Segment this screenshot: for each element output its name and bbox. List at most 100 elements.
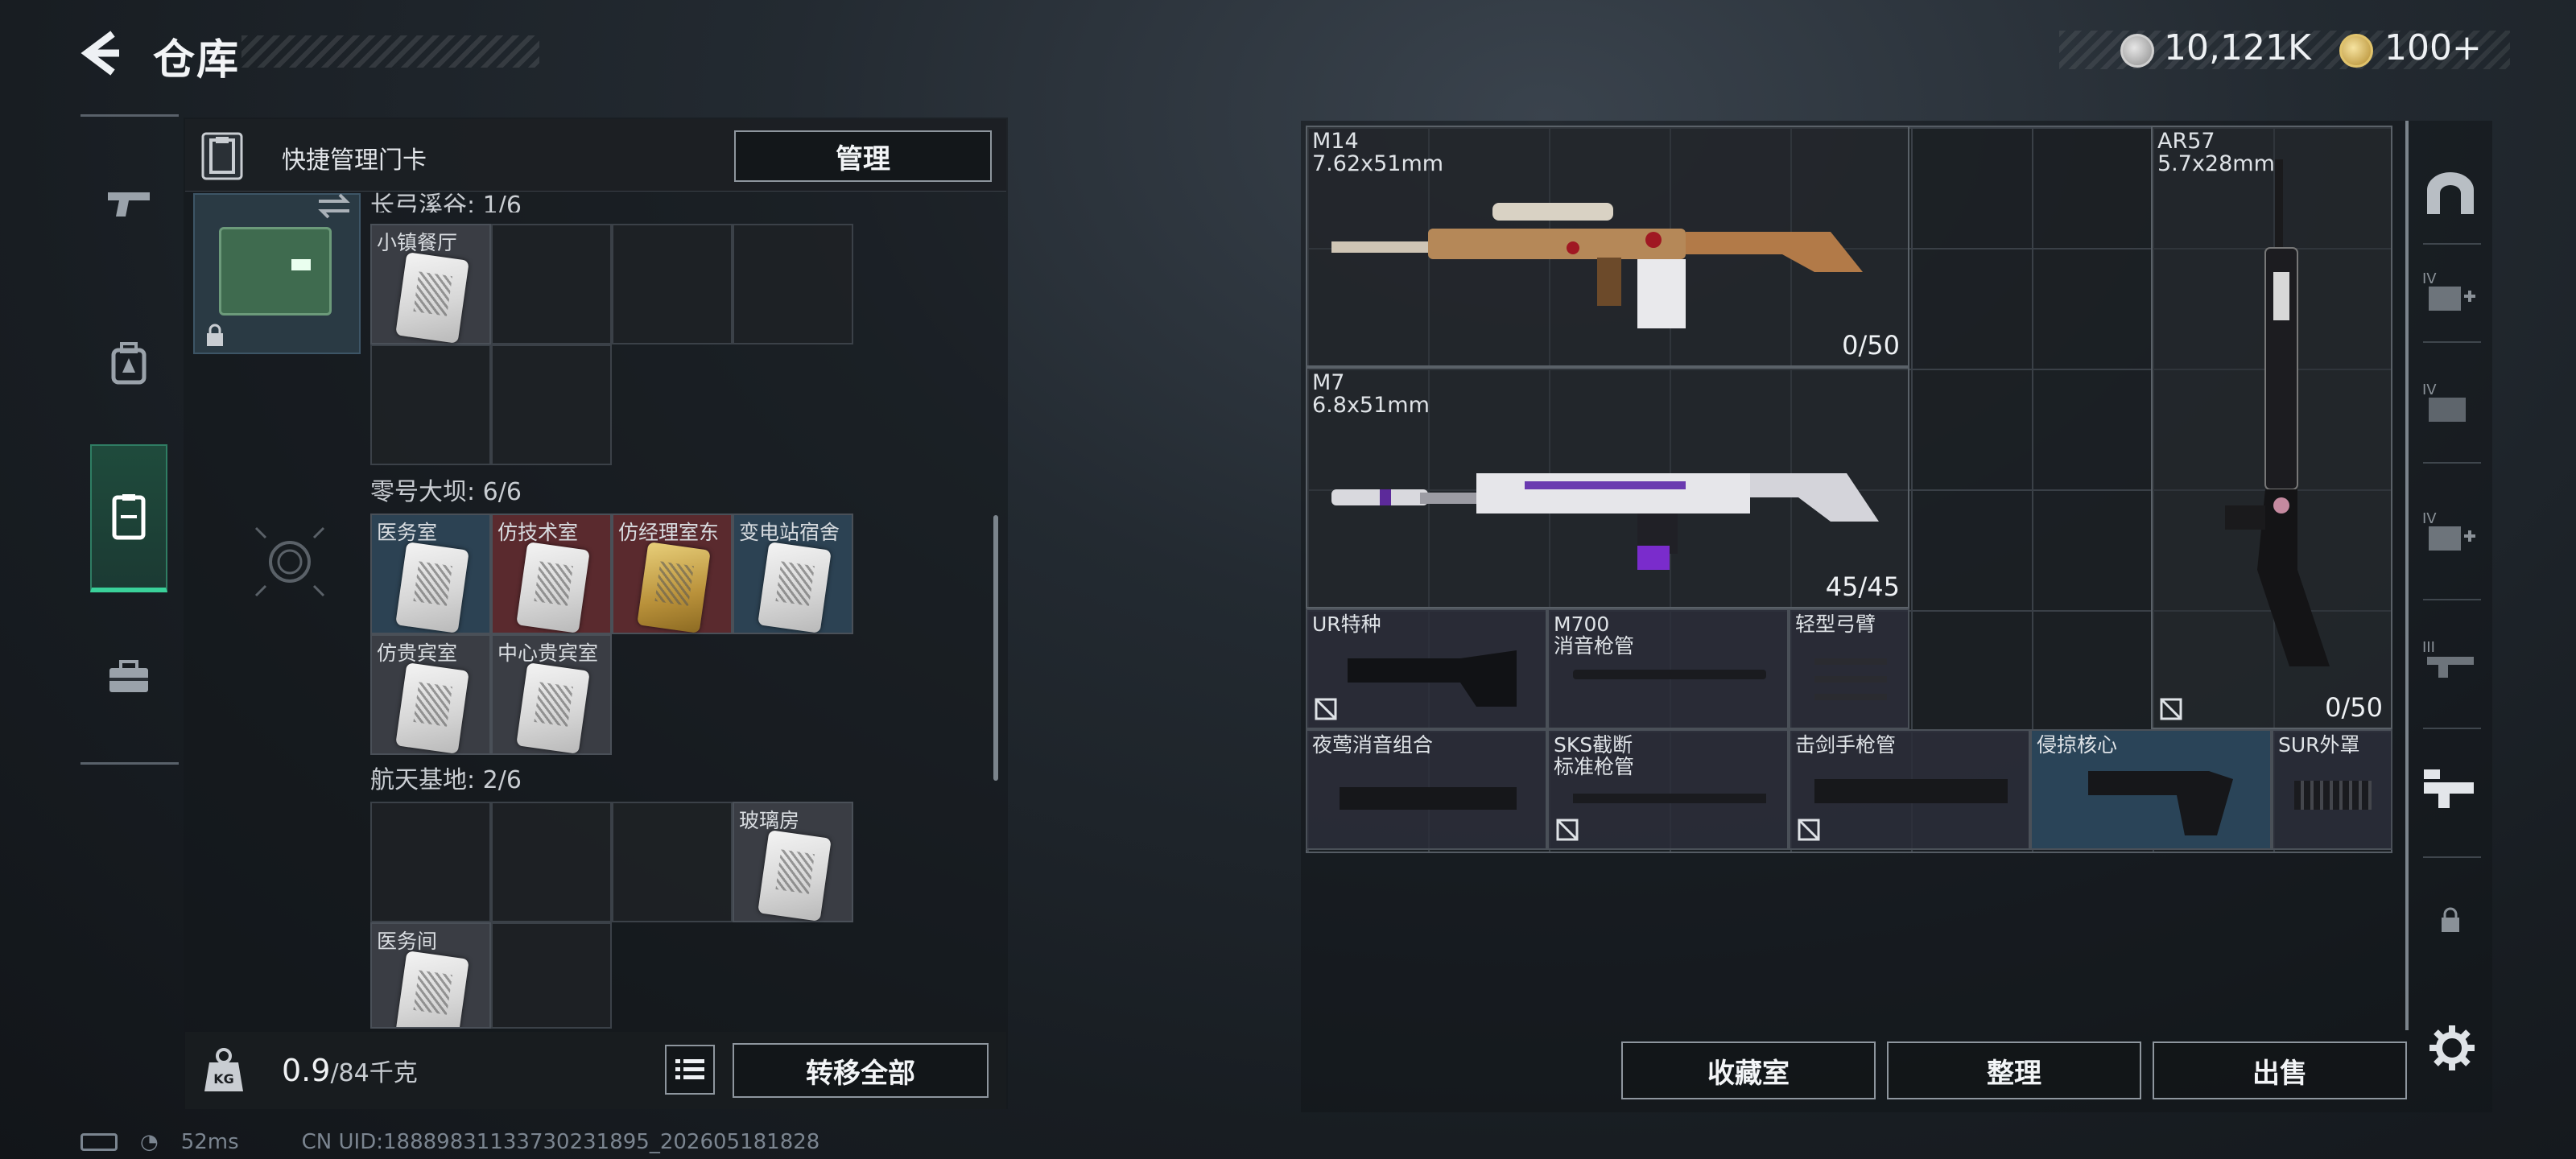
back-arrow-icon[interactable] xyxy=(77,29,126,77)
empty-slot[interactable] xyxy=(612,802,733,922)
nav-slot-1[interactable]: IV xyxy=(2412,243,2489,340)
keycard-item[interactable]: 仿技术室 xyxy=(491,514,612,634)
attachment-name: M700 xyxy=(1554,612,1610,636)
attachment-item[interactable]: UR特种 xyxy=(1306,608,1547,729)
empty-slot[interactable] xyxy=(612,224,733,344)
nav-weapons[interactable] xyxy=(90,151,167,256)
divider xyxy=(2423,462,2481,464)
barrel-image xyxy=(1573,670,1766,679)
svg-text:IV: IV xyxy=(2422,382,2437,398)
gold-coin-icon xyxy=(2339,34,2373,68)
manage-button[interactable]: 管理 xyxy=(734,130,992,182)
nav-slot-4[interactable]: III xyxy=(2412,612,2489,708)
battery-icon xyxy=(80,1133,118,1151)
keycard-label: 变电站宿舍 xyxy=(739,521,840,544)
keycard-item[interactable]: 医务间 xyxy=(370,922,491,1029)
keycard-image xyxy=(395,252,469,344)
status-bar: ◔ 52ms CN UID:1888983113373023​1895_2026… xyxy=(80,1130,819,1154)
weapon-item[interactable]: M14 7.62x51mm 0/50 xyxy=(1306,126,1909,367)
attachment-item[interactable]: SUR外罩 xyxy=(2272,729,2392,850)
page-title: 仓库 xyxy=(153,36,241,85)
keycard-item[interactable]: 中心贵宾室 xyxy=(491,634,612,755)
svg-text:IV: IV xyxy=(2422,270,2437,287)
keycard-image xyxy=(395,951,469,1027)
svg-text:III: III xyxy=(2422,639,2435,656)
keycard-item[interactable]: 玻璃房 xyxy=(733,802,853,922)
no-attachment-icon xyxy=(1556,819,1579,841)
keycard-label: 仿技术室 xyxy=(497,521,579,544)
divider xyxy=(2423,341,2481,343)
nav-slot-3[interactable]: IV xyxy=(2412,483,2489,580)
keycard-item[interactable]: 变电站宿舍 xyxy=(733,514,853,634)
nav-equipment[interactable] xyxy=(90,311,167,415)
collection-room-button[interactable]: 收藏室 xyxy=(1621,1041,1876,1099)
add-slot-icon: IV xyxy=(2422,270,2475,311)
nav-supplies[interactable] xyxy=(90,625,167,729)
keycard-item[interactable]: 仿贵宾室 xyxy=(370,634,491,755)
weight-readout: 0.9/84千克 xyxy=(282,1053,418,1088)
section-label-partial: 长弓溪谷: 1/6 xyxy=(370,192,522,212)
keycard-item[interactable]: 小镇餐厅 xyxy=(370,224,491,344)
swap-icon[interactable] xyxy=(316,190,353,222)
empty-slot[interactable] xyxy=(491,224,612,344)
backpack-icon xyxy=(111,342,147,385)
weapon-item[interactable]: AR57 5.7x28mm 0/50 xyxy=(2151,126,2392,729)
stock-image xyxy=(1348,650,1517,707)
rifle-slot-icon: III xyxy=(2422,639,2474,678)
empty-slot[interactable] xyxy=(491,922,612,1029)
ammo-count: 0/50 xyxy=(1842,330,1900,361)
attachment-item[interactable]: 夜莺消音组合 xyxy=(1306,729,1547,850)
list-view-button[interactable] xyxy=(665,1045,715,1095)
empty-slot[interactable] xyxy=(491,802,612,922)
attachment-item[interactable]: M700 消音枪管 xyxy=(1547,608,1789,729)
attachment-name: 夜莺消音组合 xyxy=(1312,733,1434,757)
keycard-label: 中心贵宾室 xyxy=(497,641,599,665)
sell-button[interactable]: 出售 xyxy=(2153,1041,2407,1099)
weapon-caliber: 6.8x51mm xyxy=(1312,393,1430,418)
keycard-image xyxy=(758,542,832,633)
attachment-item[interactable]: 轻型弓臂 xyxy=(1789,608,1909,729)
barrel-image xyxy=(1814,779,2008,803)
add-slot-icon: IV xyxy=(2422,510,2475,551)
weapon-item[interactable]: M7 6.8x51mm 45/45 xyxy=(1306,367,1909,608)
attachment-subname: 标准枪管 xyxy=(1554,755,1635,778)
nav-slot-2[interactable]: IV xyxy=(2412,354,2489,451)
nav-keycards[interactable] xyxy=(90,444,167,592)
empty-slot[interactable] xyxy=(370,344,491,465)
handguard-image xyxy=(1340,787,1517,810)
folder-icon: IV xyxy=(2422,382,2466,422)
transfer-all-button[interactable]: 转移全部 xyxy=(733,1043,989,1098)
nav-safe[interactable] xyxy=(2412,145,2489,241)
keycard-item[interactable]: 医务室 xyxy=(370,514,491,634)
briefcase-icon xyxy=(109,660,148,692)
attachment-subname: 消音枪管 xyxy=(1554,634,1635,658)
gear-icon[interactable] xyxy=(2428,1024,2476,1072)
empty-slot[interactable] xyxy=(370,802,491,922)
keycard-image xyxy=(516,662,590,754)
nav-slot-5[interactable] xyxy=(2412,740,2489,837)
organize-button[interactable]: 整理 xyxy=(1887,1041,2141,1099)
svg-text:KG: KG xyxy=(213,1071,234,1087)
empty-slot[interactable] xyxy=(733,224,853,344)
keycard-image xyxy=(758,830,832,922)
scrollbar[interactable] xyxy=(993,515,998,781)
attachment-item[interactable]: SKS截断 标准枪管 xyxy=(1547,729,1789,850)
rifle-image xyxy=(1331,473,1879,570)
pistol-icon xyxy=(108,192,150,217)
attachment-item[interactable]: 侵掠核心 xyxy=(2030,729,2272,850)
weight-capacity: /84千克 xyxy=(330,1059,418,1087)
silver-coin-icon xyxy=(2120,34,2154,68)
uid-readout: CN UID:1888983113373023​1895_20260518182… xyxy=(301,1130,820,1154)
divider xyxy=(2423,728,2481,729)
attachment-item[interactable]: 击剑手枪管 xyxy=(1789,729,2030,850)
currency-gold: 100+ xyxy=(2384,27,2482,68)
target-icon xyxy=(254,526,325,597)
keycard-item[interactable]: 仿经理室东 xyxy=(612,514,733,634)
divider xyxy=(2423,599,2481,600)
ammo-count: 45/45 xyxy=(1825,571,1900,602)
empty-slot[interactable] xyxy=(491,344,612,465)
keycard-image xyxy=(637,542,711,633)
weight-icon: KG xyxy=(204,1048,243,1091)
no-attachment-icon xyxy=(2160,698,2182,720)
ping-readout: 52ms xyxy=(180,1130,239,1154)
